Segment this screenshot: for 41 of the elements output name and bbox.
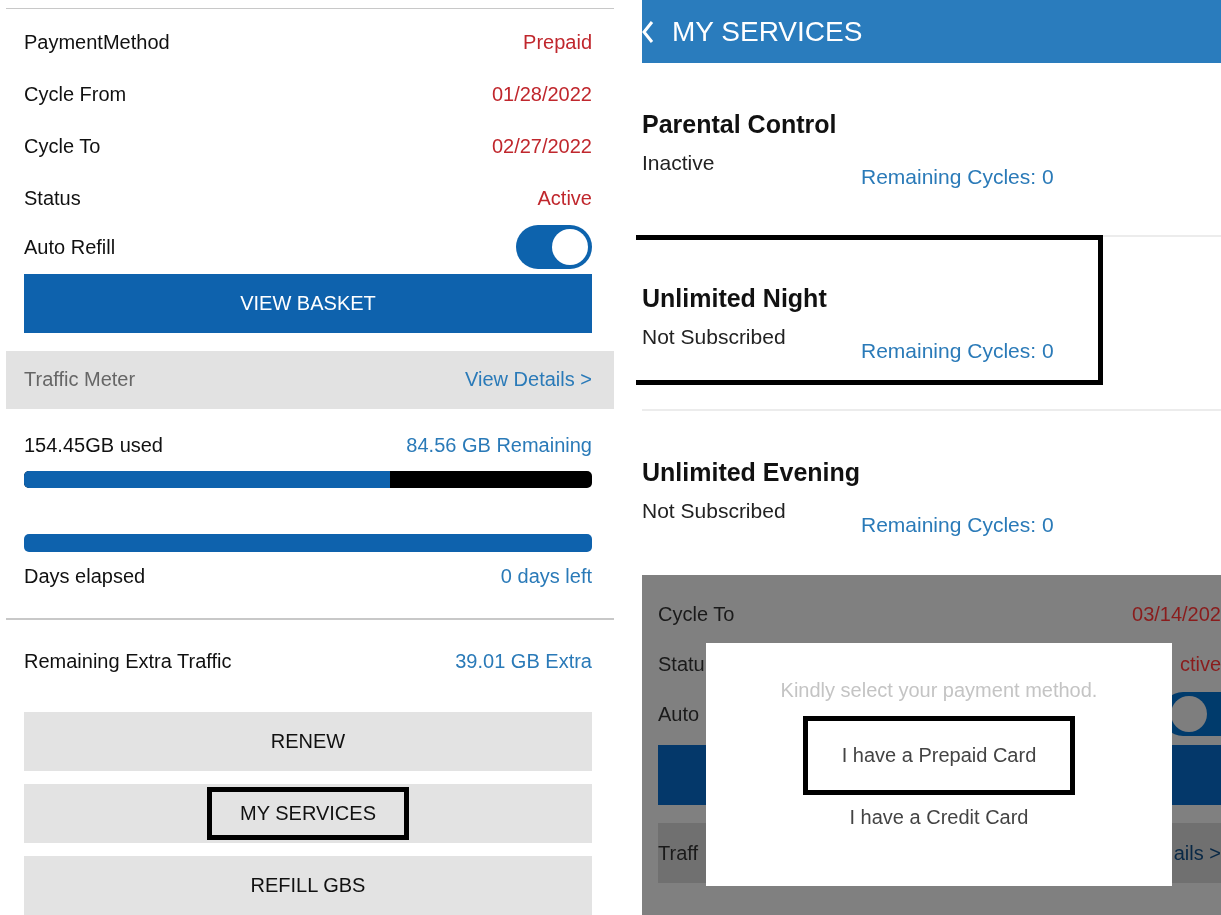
traffic-meter-title: Traff xyxy=(658,841,698,865)
action-button[interactable]: RENEW xyxy=(24,712,592,771)
detail-label: Cycle To xyxy=(24,135,101,159)
service-name: Unlimited Evening xyxy=(642,457,862,487)
days-label: Days elapsed xyxy=(24,565,146,588)
detail-label: Status xyxy=(24,187,81,211)
auto-refill-label: Auto Refill xyxy=(24,235,116,259)
detail-label: Statu xyxy=(658,652,705,676)
view-basket-button[interactable]: VIEW BASKET xyxy=(24,273,592,333)
service-name: Parental Control xyxy=(642,109,838,139)
view-details-link[interactable]: View Details > xyxy=(465,368,592,392)
auto-refill-toggle[interactable] xyxy=(516,225,592,270)
extra-traffic-value: 39.01 GB Extra xyxy=(455,650,592,673)
traffic-meter-title: Traffic Meter xyxy=(24,368,136,392)
detail-value: 03/14/202 xyxy=(1132,602,1221,626)
extra-traffic-label: Remaining Extra Traffic xyxy=(24,650,232,673)
detail-label: Cycle To xyxy=(658,602,735,626)
detail-value: Active xyxy=(537,187,592,211)
auto-refill-label: Auto xyxy=(658,702,700,726)
detail-label: PaymentMethod xyxy=(24,31,170,55)
detail-value: ctive xyxy=(1179,652,1221,676)
header-title: MY SERVICES xyxy=(672,15,863,48)
service-status: Not Subscribed xyxy=(642,498,787,523)
action-button[interactable]: REFILL GBS xyxy=(24,856,592,915)
detail-value: 01/28/2022 xyxy=(491,83,592,107)
remaining-cycles-text: Remaining Cycles: 0 xyxy=(861,338,1054,363)
detail-value: Prepaid xyxy=(523,31,592,55)
back-icon[interactable] xyxy=(642,18,654,45)
service-status: Not Subscribed xyxy=(642,324,787,349)
usage-used-text: 154.45GB used xyxy=(24,433,163,457)
remaining-cycles-text: Remaining Cycles: 0 xyxy=(861,512,1054,537)
detail-value: 02/27/2022 xyxy=(491,135,592,159)
remaining-cycles-text: Remaining Cycles: 0 xyxy=(861,164,1054,189)
usage-remaining-text: 84.56 GB Remaining xyxy=(406,433,592,457)
service-name: Unlimited Night xyxy=(642,283,828,313)
action-button[interactable]: MY SERVICES xyxy=(24,784,592,843)
service-status: Inactive xyxy=(642,150,716,175)
payment-option[interactable]: I have a Prepaid Card xyxy=(803,716,1075,795)
dialog-message: Kindly select your payment method. xyxy=(780,679,1098,702)
detail-label: Cycle From xyxy=(24,83,127,107)
days-left-text: 0 days left xyxy=(500,565,592,588)
